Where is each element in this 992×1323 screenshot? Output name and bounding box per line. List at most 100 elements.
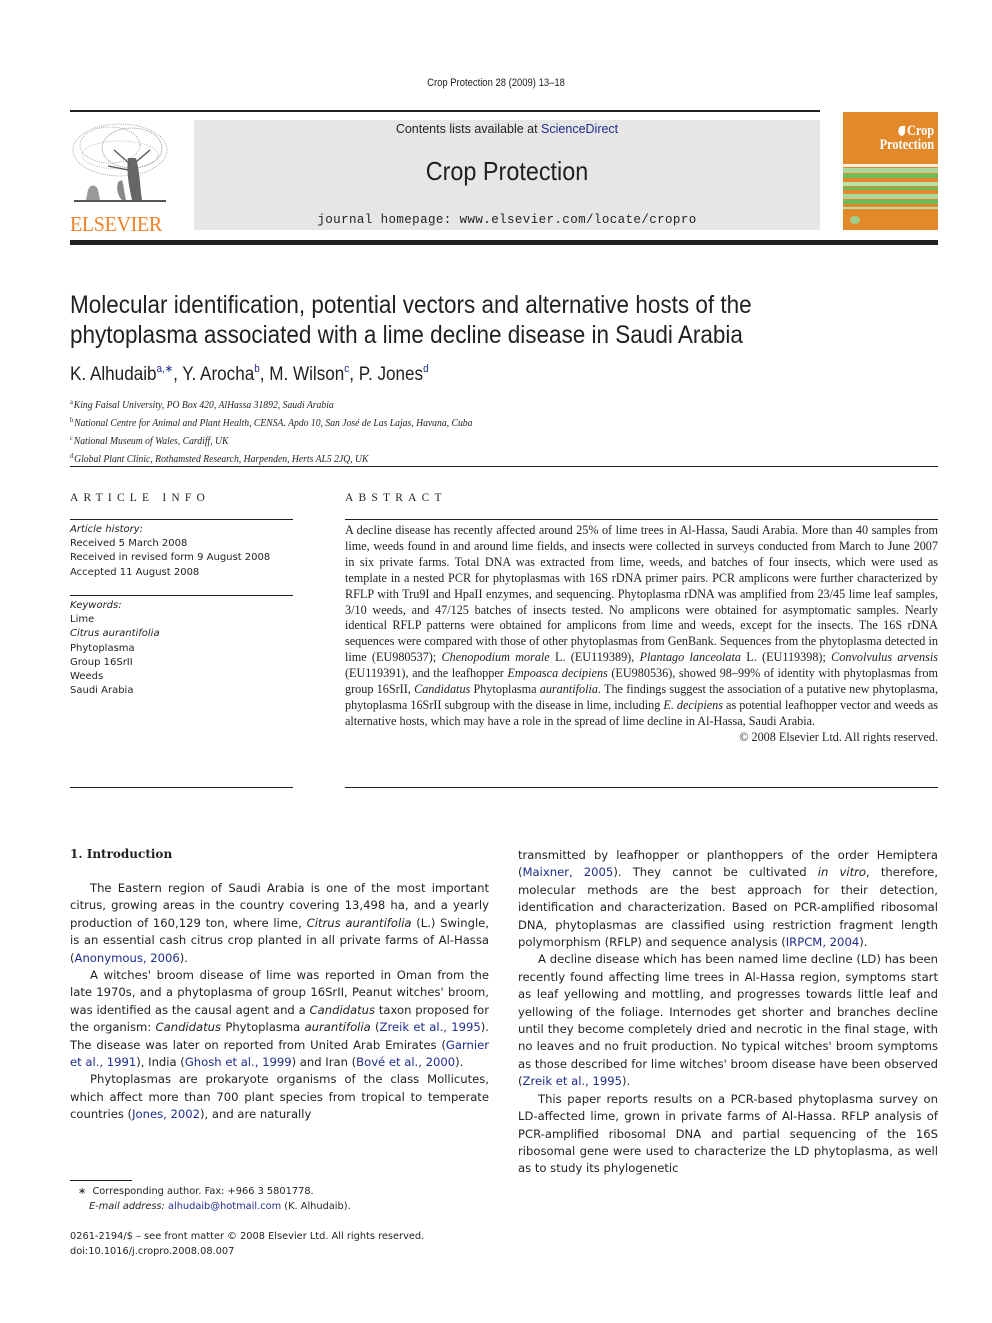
text-run: ), and are naturally xyxy=(200,1107,312,1122)
keywords: Keywords: Lime Citrus aurantifolia Phytopl… xyxy=(70,599,160,698)
elsevier-wordmark: ELSEVIER xyxy=(70,212,162,236)
article-history: Article history: Received 5 March 2008 R… xyxy=(70,523,270,580)
text-run: ). xyxy=(179,950,188,965)
body-paragraph: This paper reports results on a PCR-base… xyxy=(518,1091,938,1178)
text-run: L. (EU119389), xyxy=(549,650,640,665)
keyword[interactable]: Lime xyxy=(70,613,160,627)
author[interactable]: Y. Arochab xyxy=(182,363,259,385)
italic-term: aurantifolia xyxy=(539,682,598,697)
cover-stripe xyxy=(843,207,938,209)
italic-term: Plantago lanceolata xyxy=(639,650,741,665)
body-paragraph: A decline disease which has been named l… xyxy=(518,951,938,1090)
text-run: ). xyxy=(622,1074,631,1089)
keywords-label: Keywords: xyxy=(70,600,122,611)
citation-link[interactable]: Anonymous, 2006 xyxy=(75,951,180,965)
divider xyxy=(345,787,938,788)
italic-term: Candidatus xyxy=(414,682,471,697)
article-info-heading: ARTICLE INFO xyxy=(70,492,210,504)
abstract-body: A decline disease has recently affected … xyxy=(345,523,938,746)
body-paragraph: transmitted by leafhopper or planthopper… xyxy=(518,847,938,951)
italic-term: E. decipiens xyxy=(663,697,723,712)
abstract-heading: ABSTRACT xyxy=(345,492,447,504)
citation-link[interactable]: Bové et al., 2000 xyxy=(356,1055,455,1069)
text-run: ), India ( xyxy=(136,1055,185,1070)
text-run: Phytoplasma xyxy=(221,1020,305,1035)
section-rule xyxy=(70,466,938,467)
keyword[interactable]: Group 16SrII xyxy=(70,656,160,670)
divider xyxy=(70,595,293,596)
keyword[interactable]: Phytoplasma xyxy=(70,642,160,656)
cover-stripe xyxy=(843,194,938,199)
article-title: Molecular identification, potential vect… xyxy=(70,290,844,350)
italic-term: aurantifolia xyxy=(304,1020,371,1035)
italic-term: Candidatus xyxy=(309,1002,376,1017)
citation-link[interactable]: Zreik et al., 1995 xyxy=(380,1020,481,1034)
title-line-1: Molecular identification, potential vect… xyxy=(70,291,752,319)
cover-title-line2: Protection xyxy=(879,137,934,153)
text-run: (EU119391), and the leafhopper xyxy=(345,666,508,681)
issn-line: 0261-2194/$ – see front matter © 2008 El… xyxy=(70,1231,425,1242)
cover-title: Crop Protection xyxy=(879,124,934,153)
email-link[interactable]: alhudaib@hotmail.com xyxy=(168,1201,281,1212)
citation-link[interactable]: IRPCM, 2004 xyxy=(786,935,859,949)
history-item: Received in revised form 9 August 2008 xyxy=(70,552,271,564)
affiliation: aKing Faisal University, PO Box 420, AlH… xyxy=(70,398,334,411)
affiliation: bNational Centre for Animal and Plant He… xyxy=(70,416,473,429)
divider xyxy=(70,519,293,520)
body-paragraph: A witches' broom disease of lime was rep… xyxy=(70,967,489,1071)
section-heading-introduction: 1. Introduction xyxy=(70,847,173,861)
divider xyxy=(345,519,938,520)
affiliation: dGlobal Plant Clinic, Rothamsted Researc… xyxy=(70,452,369,465)
sciencedirect-link[interactable]: ScienceDirect xyxy=(541,122,618,136)
journal-title: Crop Protection xyxy=(425,156,589,186)
corresponding-author-text: Corresponding author. Fax: +966 3 580177… xyxy=(92,1186,314,1197)
abstract-copyright: © 2008 Elsevier Ltd. All rights reserved… xyxy=(739,729,938,744)
citation-link[interactable]: Jones, 2002 xyxy=(132,1107,200,1121)
contents-prefix: Contents lists available at xyxy=(395,122,542,136)
text-run: ). xyxy=(455,1055,464,1070)
elsevier-logo[interactable]: ELSEVIER xyxy=(70,120,170,236)
body-paragraph: Phytoplasmas are prokaryote organisms of… xyxy=(70,1071,489,1123)
top-rule xyxy=(70,110,820,112)
homepage-url[interactable]: www.elsevier.com/locate/cropro xyxy=(460,213,697,227)
elsevier-tree-icon xyxy=(72,123,168,202)
footnote-marker: ∗ xyxy=(78,1186,87,1197)
email-suffix: (K. Alhudaib). xyxy=(281,1201,351,1212)
citation-link[interactable]: Zreik et al., 1995 xyxy=(523,1074,622,1088)
author[interactable]: K. Alhudaiba,∗ xyxy=(70,363,173,385)
journal-cover-thumbnail[interactable]: Crop Protection xyxy=(843,112,938,230)
contents-line: Contents lists available at ScienceDirec… xyxy=(194,122,820,136)
homepage-prefix: journal homepage: xyxy=(317,213,460,227)
italic-term: Citrus aurantifolia xyxy=(306,915,412,930)
corresponding-author-footnote: ∗ Corresponding author. Fax: +966 3 5801… xyxy=(78,1184,351,1214)
masthead-rule xyxy=(70,240,938,245)
cover-stripe xyxy=(843,182,938,186)
cover-stripe xyxy=(843,164,938,167)
body-column-right: transmitted by leafhopper or planthopper… xyxy=(518,847,938,1178)
text-run: ) and Iran ( xyxy=(291,1055,357,1070)
text-run: A decline disease which has been named l… xyxy=(518,952,938,1089)
title-line-2: phytoplasma associated with a lime decli… xyxy=(70,321,743,349)
journal-homepage: journal homepage: www.elsevier.com/locat… xyxy=(194,213,820,227)
body-paragraph: The Eastern region of Saudi Arabia is on… xyxy=(70,880,489,967)
doi-line[interactable]: doi:10.1016/j.cropro.2008.08.007 xyxy=(70,1244,424,1259)
history-label: Article history: xyxy=(70,524,144,535)
author[interactable]: P. Jonesd xyxy=(359,363,429,385)
keyword[interactable]: Citrus aurantifolia xyxy=(70,627,160,641)
divider xyxy=(70,787,293,788)
keyword[interactable]: Weeds xyxy=(70,670,160,684)
cover-stripe xyxy=(843,168,938,173)
history-item: Accepted 11 August 2008 xyxy=(70,566,200,578)
body-column-left: The Eastern region of Saudi Arabia is on… xyxy=(70,880,489,1124)
keyword[interactable]: Saudi Arabia xyxy=(70,684,160,698)
citation-link[interactable]: Maixner, 2005 xyxy=(523,865,614,879)
citation-link[interactable]: Ghosh et al., 1999 xyxy=(185,1055,292,1069)
front-matter: 0261-2194/$ – see front matter © 2008 El… xyxy=(70,1229,424,1259)
author[interactable]: M. Wilsonc xyxy=(269,363,349,385)
italic-term: Chenopodium morale xyxy=(441,650,550,665)
italic-term: Convolvulus arvensis xyxy=(831,650,938,665)
affiliations: aKing Faisal University, PO Box 420, AlH… xyxy=(70,395,472,467)
text-run: This paper reports results on a PCR-base… xyxy=(518,1091,938,1176)
cover-stripe xyxy=(843,200,938,204)
italic-term: Candidatus xyxy=(155,1020,222,1035)
